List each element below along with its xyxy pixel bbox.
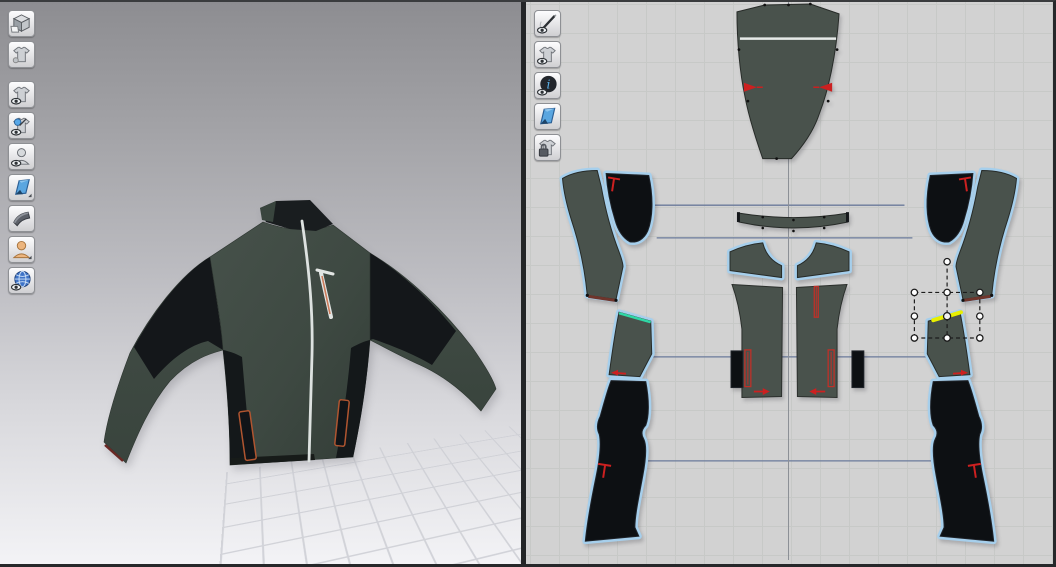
pattern-piece-back-panel[interactable] (736, 2, 840, 160)
gizmo-handle[interactable] (975, 288, 984, 297)
gizmo-handle[interactable] (910, 334, 919, 342)
3d-toolbar (8, 10, 35, 294)
garment-design-app: i (0, 0, 1056, 567)
pattern-piece-left-pocket-facing[interactable] (730, 350, 744, 389)
gizmo-handle[interactable] (943, 334, 951, 342)
gizmo-handle[interactable] (943, 288, 951, 297)
dark-surface-icon (13, 211, 31, 227)
globe-eye-icon (10, 270, 31, 291)
2d-pattern-viewport[interactable]: i (526, 2, 1053, 564)
dark-surface-button[interactable] (8, 205, 35, 232)
gizmo-handle[interactable] (910, 288, 919, 297)
tshirt-icon (12, 46, 30, 64)
avatar-eye-button[interactable] (8, 143, 35, 170)
tshirt-eye-button[interactable] (534, 41, 561, 68)
avatar-orange-button[interactable] (8, 236, 35, 263)
chest-zipper-marking (813, 285, 819, 318)
gizmo-handle[interactable] (943, 257, 951, 266)
needle-eye-button[interactable] (534, 10, 561, 37)
svg-text:i: i (546, 76, 550, 91)
3d-viewport[interactable] (0, 2, 521, 564)
jacket-right-sleeve-upper-black (370, 253, 456, 365)
left-sleeve-pieces[interactable] (563, 171, 652, 542)
info-eye-button[interactable]: i (534, 72, 561, 99)
globe-eye-button[interactable] (8, 267, 35, 294)
2d-toolbar: i (534, 10, 561, 161)
tshirt-eye-button[interactable] (8, 81, 35, 108)
tshirt-lock-button[interactable] (534, 134, 561, 161)
blue-plane-icon (14, 179, 32, 198)
tshirt-button[interactable] (8, 41, 35, 68)
gizmo-handle[interactable] (910, 312, 919, 321)
pattern-piece-right-pocket-facing[interactable] (851, 350, 865, 389)
tshirt-sphere-eye-button[interactable] (8, 112, 35, 139)
tshirt-sphere-eye-icon (10, 117, 30, 136)
front-right-pieces[interactable] (796, 243, 849, 398)
right-sleeve-pieces[interactable] (927, 171, 1016, 542)
cube-icon (10, 14, 31, 33)
gizmo-center-handle[interactable] (942, 311, 952, 321)
info-eye-icon: i (536, 75, 557, 96)
needle-eye-icon (536, 14, 557, 34)
avatar-eye-icon (10, 148, 30, 167)
avatar-orange-icon (12, 240, 32, 260)
gizmo-handle[interactable] (975, 312, 984, 321)
tshirt-lock-icon (538, 139, 556, 157)
blue-pattern-icon (540, 107, 556, 125)
guide-lines (636, 204, 935, 462)
blue-pattern-button[interactable] (534, 103, 561, 130)
blue-plane-button[interactable] (8, 174, 35, 201)
3d-jacket-model[interactable] (90, 195, 510, 480)
tshirt-eye-icon (10, 86, 30, 105)
pattern-canvas (526, 2, 1053, 561)
tshirt-eye-icon (536, 46, 556, 65)
pattern-piece-collar[interactable] (736, 212, 849, 233)
gizmo-handle[interactable] (975, 334, 984, 342)
cube-button[interactable] (8, 10, 35, 37)
